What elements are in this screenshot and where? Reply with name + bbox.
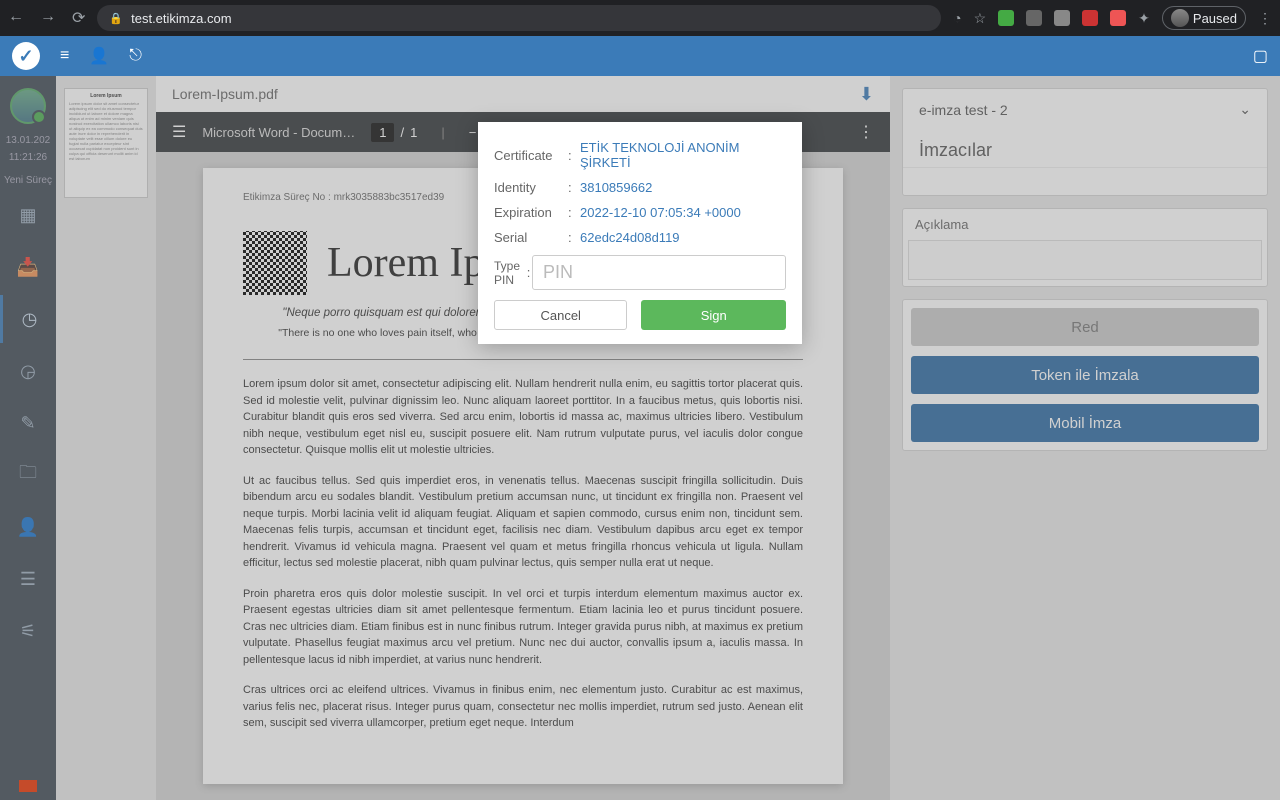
sign-button[interactable]: Sign [641,300,786,330]
pin-input[interactable] [532,255,786,290]
nav-forward-icon[interactable]: → [40,8,56,28]
serial-value: 62edc24d08d119 [580,230,786,245]
app-logo[interactable]: ✓ [12,42,40,70]
url-bar[interactable]: 🔒 test.etikimza.com [97,5,941,31]
cert-value: ETİK TEKNOLOJİ ANONİM ŞİRKETİ [580,140,786,170]
lock-icon: 🔒 [109,12,123,25]
menu-icon[interactable]: ⋮ [1258,10,1272,27]
nav-reload-icon[interactable]: ⟳ [72,8,85,28]
sign-modal: Certificate : ETİK TEKNOLOJİ ANONİM ŞİRK… [478,122,802,344]
identity-value: 3810859662 [580,180,786,195]
hamburger-icon[interactable]: ≡ [60,47,69,65]
ext-icon[interactable] [1026,10,1042,26]
cancel-button[interactable]: Cancel [494,300,627,330]
serial-label: Serial [494,230,568,245]
url-text: test.etikimza.com [131,11,231,26]
star-icon[interactable]: ☆ [974,10,987,27]
expiration-label: Expiration [494,205,568,220]
identity-label: Identity [494,180,568,195]
ext-icon[interactable] [1110,10,1126,26]
ext-icon[interactable]: ◔ [953,10,961,26]
logout-icon[interactable]: ⎋ [129,47,142,65]
app-top-bar: ✓ ≡ 👤 ⎋ ▢ [0,36,1280,76]
user-icon[interactable]: 👤 [89,46,109,66]
extensions-icon[interactable]: ✦ [1138,10,1150,27]
ext-icon[interactable] [1082,10,1098,26]
cert-label: Certificate [494,148,568,163]
panel-icon[interactable]: ▢ [1253,46,1268,66]
ext-icon[interactable] [998,10,1014,26]
avatar-icon [1171,9,1189,27]
pin-label: Type PIN [494,259,527,287]
profile-paused[interactable]: Paused [1162,6,1246,30]
nav-back-icon[interactable]: ← [8,8,24,28]
ext-icon[interactable] [1054,10,1070,26]
expiration-value: 2022-12-10 07:05:34 +0000 [580,205,786,220]
browser-chrome: ← → ⟳ 🔒 test.etikimza.com ◔ ☆ ✦ Paused ⋮ [0,0,1280,36]
